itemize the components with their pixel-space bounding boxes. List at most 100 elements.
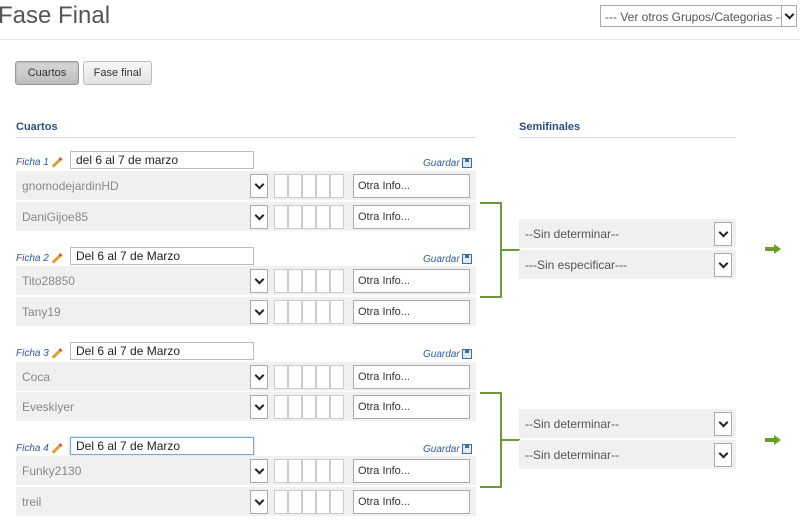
pencil-icon[interactable] [51, 157, 63, 168]
score-box[interactable] [330, 300, 344, 324]
score-box[interactable] [274, 365, 288, 389]
chevron-down-icon[interactable] [250, 490, 268, 514]
score-box[interactable] [274, 174, 288, 198]
score-box[interactable] [330, 269, 344, 293]
info-input[interactable]: Otra Info... [353, 205, 470, 229]
score-box[interactable] [288, 395, 302, 419]
score-box[interactable] [330, 459, 344, 483]
chevron-down-icon[interactable] [781, 6, 796, 26]
chevron-down-icon[interactable] [250, 269, 268, 293]
arrow-right-icon[interactable] [765, 244, 781, 254]
save-icon[interactable] [462, 254, 472, 264]
ficha-label: Ficha 3 [16, 348, 49, 359]
chevron-down-icon[interactable] [250, 395, 268, 419]
chevron-down-icon[interactable] [250, 205, 268, 229]
date-input[interactable]: del 6 al 7 de marzo [70, 151, 254, 169]
score-box[interactable] [274, 269, 288, 293]
save-link[interactable]: Guardar [423, 444, 460, 455]
bracket-connector [480, 202, 502, 298]
date-input[interactable]: Del 6 al 7 de Marzo [70, 247, 254, 265]
score-box[interactable] [274, 300, 288, 324]
pencil-icon[interactable] [51, 253, 63, 264]
date-input[interactable]: Del 6 al 7 de Marzo [70, 342, 254, 360]
save-link[interactable]: Guardar [423, 254, 460, 265]
score-box[interactable] [302, 395, 316, 419]
player-row: treil Otra Info... [16, 487, 476, 517]
score-box[interactable] [330, 174, 344, 198]
ficha-label: Ficha 4 [16, 443, 49, 454]
chevron-down-icon[interactable] [250, 174, 268, 198]
score-box[interactable] [330, 490, 344, 514]
semi-name: --Sin determinar-- [525, 227, 620, 241]
score-box[interactable] [316, 300, 330, 324]
score-box[interactable] [288, 459, 302, 483]
score-box[interactable] [274, 205, 288, 229]
chevron-down-icon[interactable] [250, 300, 268, 324]
score-box[interactable] [316, 395, 330, 419]
save-icon[interactable] [462, 349, 472, 359]
score-box[interactable] [316, 365, 330, 389]
group-category-select-value: --- Ver otros Grupos/Categorias --- [605, 10, 788, 24]
player-name: Tito28850 [22, 274, 75, 288]
info-input[interactable]: Otra Info... [353, 490, 470, 514]
info-input[interactable]: Otra Info... [353, 269, 470, 293]
score-box[interactable] [316, 490, 330, 514]
score-box[interactable] [302, 269, 316, 293]
score-box[interactable] [302, 174, 316, 198]
player-name: Coca [22, 370, 51, 384]
info-input[interactable]: Otra Info... [353, 300, 470, 324]
bracket-connector [480, 392, 502, 488]
score-box[interactable] [316, 205, 330, 229]
score-box[interactable] [330, 365, 344, 389]
info-input[interactable]: Otra Info... [353, 459, 470, 483]
score-box[interactable] [288, 269, 302, 293]
save-icon[interactable] [462, 444, 472, 454]
info-input[interactable]: Otra Info... [353, 395, 470, 419]
score-box[interactable] [302, 300, 316, 324]
score-box[interactable] [330, 395, 344, 419]
score-box[interactable] [302, 205, 316, 229]
chevron-down-icon[interactable] [714, 253, 732, 277]
score-box[interactable] [288, 205, 302, 229]
chevron-down-icon[interactable] [250, 365, 268, 389]
score-box[interactable] [288, 174, 302, 198]
player-row: Coca Otra Info... [16, 362, 476, 392]
score-box[interactable] [330, 205, 344, 229]
player-name: DaniGijoe85 [22, 210, 89, 224]
score-box[interactable] [288, 365, 302, 389]
score-box[interactable] [274, 490, 288, 514]
score-box[interactable] [302, 365, 316, 389]
group-category-select[interactable]: --- Ver otros Grupos/Categorias --- [600, 5, 797, 27]
info-input[interactable]: Otra Info... [353, 365, 470, 389]
save-link[interactable]: Guardar [423, 349, 460, 360]
pencil-icon[interactable] [51, 348, 63, 359]
quarters-title: Cuartos [16, 121, 58, 133]
chevron-down-icon[interactable] [714, 443, 732, 467]
score-box[interactable] [288, 300, 302, 324]
chevron-down-icon[interactable] [250, 459, 268, 483]
score-box[interactable] [316, 174, 330, 198]
chevron-down-icon[interactable] [714, 222, 732, 246]
tab-cuartos[interactable]: Cuartos [15, 61, 79, 85]
player-row: Funky2130 Otra Info... [16, 456, 476, 486]
semi-row: --Sin determinar-- [519, 219, 736, 249]
score-box[interactable] [316, 459, 330, 483]
semi-row: --Sin determinar-- [519, 440, 736, 470]
player-name: Funky2130 [22, 464, 82, 478]
date-input[interactable]: Del 6 al 7 de Marzo [70, 437, 254, 455]
save-icon[interactable] [462, 158, 472, 168]
pencil-icon[interactable] [51, 443, 63, 454]
player-row: gnomodejardinHD Otra Info... [16, 171, 476, 201]
info-input[interactable]: Otra Info... [353, 174, 470, 198]
chevron-down-icon[interactable] [714, 412, 732, 436]
page-title: Fase Final [0, 2, 111, 29]
score-box[interactable] [316, 269, 330, 293]
score-box[interactable] [302, 459, 316, 483]
score-box[interactable] [302, 490, 316, 514]
tab-fase-final[interactable]: Fase final [83, 61, 152, 85]
arrow-right-icon[interactable] [765, 435, 781, 445]
score-box[interactable] [274, 395, 288, 419]
score-box[interactable] [288, 490, 302, 514]
score-box[interactable] [274, 459, 288, 483]
save-link[interactable]: Guardar [423, 158, 460, 169]
